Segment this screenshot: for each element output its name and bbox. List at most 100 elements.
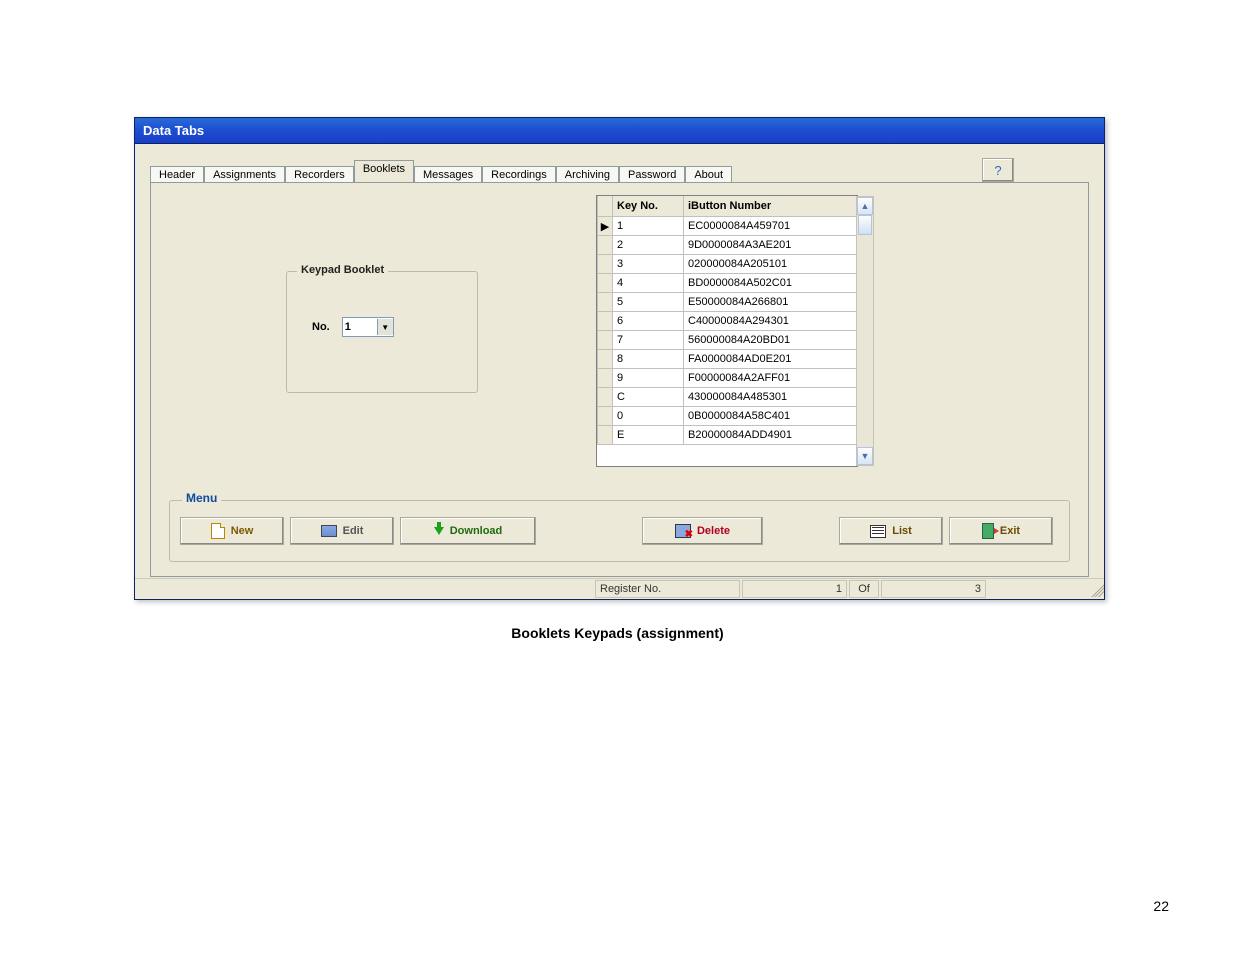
tab-recordings[interactable]: Recordings <box>482 166 556 183</box>
status-of-label: Of <box>849 580 879 598</box>
booklet-no-combo[interactable]: ▼ <box>342 317 394 337</box>
table-row[interactable]: 00B0000084A58C401 <box>598 407 857 426</box>
grid-scrollbar[interactable]: ▲ ▼ <box>856 196 874 466</box>
download-arrow-icon <box>434 527 444 535</box>
row-selector[interactable] <box>598 293 613 312</box>
table-row[interactable]: 5E50000084A266801 <box>598 293 857 312</box>
scroll-up-icon[interactable]: ▲ <box>857 197 873 215</box>
booklet-no-input[interactable] <box>343 320 377 334</box>
row-selector[interactable] <box>598 426 613 445</box>
cell-key-no: 0 <box>613 407 684 426</box>
list-icon <box>870 525 886 538</box>
table-row[interactable]: 29D0000084A3AE201 <box>598 236 857 255</box>
row-selector[interactable] <box>598 236 613 255</box>
keypad-booklet-group: Keypad Booklet No. ▼ <box>286 271 478 393</box>
cell-key-no: 2 <box>613 236 684 255</box>
tab-about[interactable]: About <box>685 166 732 183</box>
cell-ibutton: 0B0000084A58C401 <box>684 407 857 426</box>
tab-archiving[interactable]: Archiving <box>556 166 619 183</box>
scroll-down-icon[interactable]: ▼ <box>857 447 873 465</box>
scroll-thumb[interactable] <box>858 215 872 235</box>
table-row[interactable]: EB20000084ADD4901 <box>598 426 857 445</box>
booklet-no-label: No. <box>312 321 330 333</box>
cell-key-no: 7 <box>613 331 684 350</box>
tab-messages[interactable]: Messages <box>414 166 482 183</box>
chevron-down-icon[interactable]: ▼ <box>377 319 393 335</box>
cell-key-no: E <box>613 426 684 445</box>
delete-button-label: Delete <box>697 525 730 537</box>
edit-button[interactable]: Edit <box>290 517 394 545</box>
list-button-label: List <box>892 525 912 537</box>
table-row[interactable]: 6C40000084A294301 <box>598 312 857 331</box>
resize-grip-icon[interactable] <box>1088 581 1104 597</box>
title-bar[interactable]: Data Tabs <box>135 118 1104 143</box>
table-row[interactable]: C430000084A485301 <box>598 388 857 407</box>
cell-key-no: 3 <box>613 255 684 274</box>
row-selector[interactable] <box>598 312 613 331</box>
status-total: 3 <box>881 580 986 598</box>
cell-key-no: 6 <box>613 312 684 331</box>
app-window: Data Tabs ? HeaderAssignmentsRecordersBo… <box>134 117 1105 600</box>
new-button-label: New <box>231 525 254 537</box>
row-selector[interactable] <box>598 407 613 426</box>
cell-key-no: 4 <box>613 274 684 293</box>
table-row[interactable]: 7560000084A20BD01 <box>598 331 857 350</box>
tab-page-booklets: Keypad Booklet No. ▼ Key No. iButt <box>150 182 1089 577</box>
column-header-ibutton[interactable]: iButton Number <box>684 196 857 217</box>
table-row[interactable]: 9F00000084A2AFF01 <box>598 369 857 388</box>
exit-button-label: Exit <box>1000 525 1020 537</box>
table-row[interactable]: 4BD0000084A502C01 <box>598 274 857 293</box>
title-text: Data Tabs <box>143 123 204 138</box>
row-selector[interactable] <box>598 331 613 350</box>
edit-button-label: Edit <box>343 525 364 537</box>
exit-button[interactable]: Exit <box>949 517 1053 545</box>
cell-key-no: 1 <box>613 217 684 236</box>
tab-strip: HeaderAssignmentsRecordersBookletsMessag… <box>150 162 1089 182</box>
row-selector[interactable] <box>598 369 613 388</box>
row-selector[interactable] <box>598 274 613 293</box>
cell-key-no: 8 <box>613 350 684 369</box>
cell-key-no: 5 <box>613 293 684 312</box>
row-selector[interactable] <box>598 350 613 369</box>
status-bar: Register No. 1 Of 3 <box>135 578 1104 599</box>
list-button[interactable]: List <box>839 517 943 545</box>
new-file-icon <box>211 523 225 539</box>
keypad-booklet-legend: Keypad Booklet <box>297 264 388 276</box>
column-header-key-no[interactable]: Key No. <box>613 196 684 217</box>
client-area: ? HeaderAssignmentsRecordersBookletsMess… <box>135 143 1104 599</box>
edit-icon <box>321 525 337 537</box>
cell-ibutton: EC0000084A459701 <box>684 217 857 236</box>
cell-ibutton: B20000084ADD4901 <box>684 426 857 445</box>
download-button[interactable]: Download <box>400 517 536 545</box>
new-button[interactable]: New <box>180 517 284 545</box>
cell-ibutton: F00000084A2AFF01 <box>684 369 857 388</box>
row-selector[interactable]: ▶ <box>598 217 613 236</box>
tab-password[interactable]: Password <box>619 166 685 183</box>
tab-booklets[interactable]: Booklets <box>354 160 414 182</box>
delete-button[interactable]: Delete <box>642 517 763 545</box>
row-selector-header <box>598 196 613 217</box>
key-grid-table: Key No. iButton Number ▶1EC0000084A45970… <box>597 196 857 445</box>
row-selector[interactable] <box>598 388 613 407</box>
menu-group: Menu New Edit Download <box>169 500 1070 562</box>
tab-recorders[interactable]: Recorders <box>285 166 354 183</box>
tab-assignments[interactable]: Assignments <box>204 166 285 183</box>
cell-key-no: C <box>613 388 684 407</box>
status-register-value: 1 <box>742 580 847 598</box>
cell-ibutton: E50000084A266801 <box>684 293 857 312</box>
cell-ibutton: 9D0000084A3AE201 <box>684 236 857 255</box>
cell-ibutton: FA0000084AD0E201 <box>684 350 857 369</box>
table-row[interactable]: 3020000084A205101 <box>598 255 857 274</box>
key-grid[interactable]: Key No. iButton Number ▶1EC0000084A45970… <box>596 195 858 467</box>
table-row[interactable]: 8FA0000084AD0E201 <box>598 350 857 369</box>
row-selector[interactable] <box>598 255 613 274</box>
menu-legend: Menu <box>182 491 221 505</box>
cell-ibutton: 020000084A205101 <box>684 255 857 274</box>
status-register-label: Register No. <box>595 580 740 598</box>
tab-header[interactable]: Header <box>150 166 204 183</box>
figure-caption: Booklets Keypads (assignment) <box>0 625 1235 641</box>
table-row[interactable]: ▶1EC0000084A459701 <box>598 217 857 236</box>
cell-ibutton: BD0000084A502C01 <box>684 274 857 293</box>
delete-icon <box>675 524 691 538</box>
cell-ibutton: 560000084A20BD01 <box>684 331 857 350</box>
